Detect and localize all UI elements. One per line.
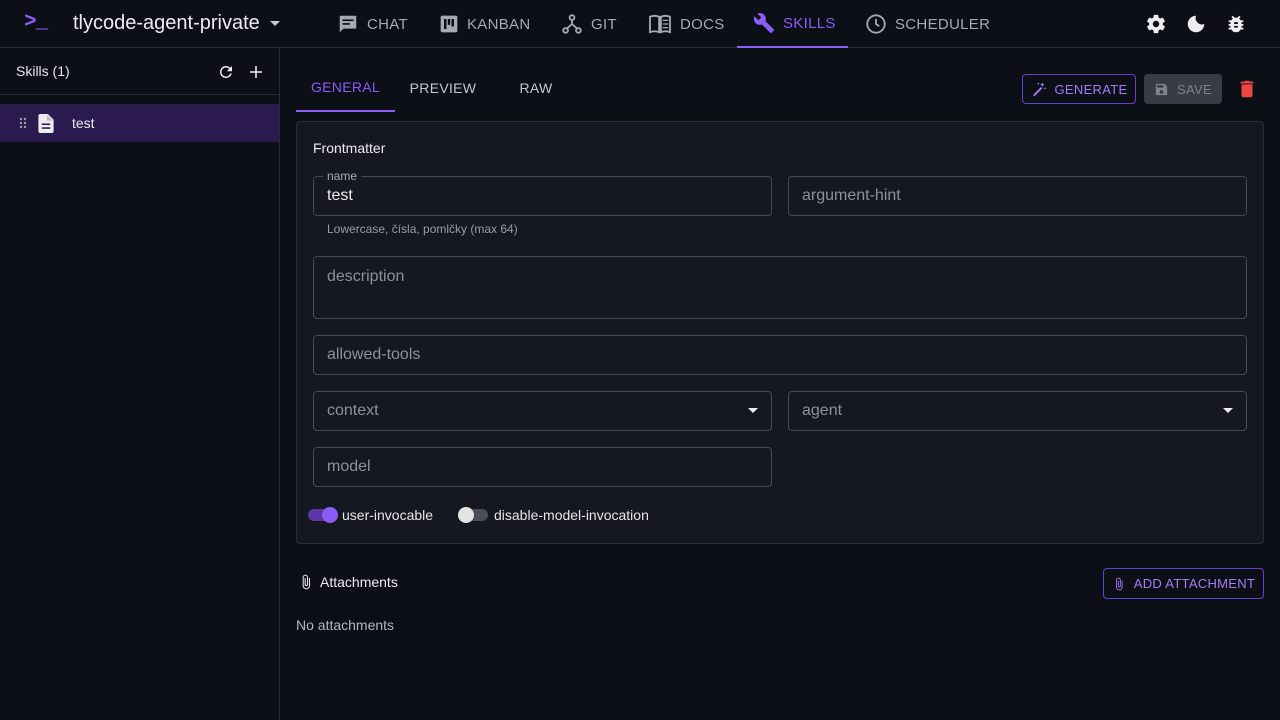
tab-docs[interactable]: DOCS: [648, 0, 725, 48]
toggle-track: [458, 507, 488, 523]
toggle-track: [308, 507, 338, 523]
tab-preview[interactable]: PREVIEW: [395, 64, 491, 112]
paperclip-icon: [298, 573, 314, 591]
tab-raw[interactable]: RAW: [491, 64, 581, 112]
user-invocable-toggle[interactable]: user-invocable: [308, 506, 433, 524]
argument-hint-placeholder: argument-hint: [802, 187, 901, 204]
document-icon: [38, 114, 54, 133]
save-icon: [1154, 82, 1169, 97]
tab-scheduler-label: SCHEDULER: [895, 15, 991, 33]
tab-skills[interactable]: SKILLS: [737, 0, 848, 48]
delete-icon[interactable]: [1236, 78, 1258, 100]
tab-docs-label: DOCS: [680, 15, 725, 33]
project-name: tlycode-agent-private: [73, 12, 260, 34]
allowed-tools-placeholder: allowed-tools: [327, 346, 421, 363]
name-field-value: test: [327, 187, 353, 204]
sidebar-title: Skills (1): [16, 63, 70, 79]
git-icon: [561, 13, 583, 35]
chat-icon: [337, 13, 359, 35]
dropdown-arrow-icon: [1223, 408, 1233, 414]
tab-kanban-label: KANBAN: [467, 15, 531, 33]
gear-icon[interactable]: [1145, 13, 1167, 35]
disable-model-invocation-label: disable-model-invocation: [494, 507, 649, 523]
generate-label: GENERATE: [1054, 81, 1128, 97]
allowed-tools-field[interactable]: allowed-tools: [313, 335, 1247, 375]
model-placeholder: model: [327, 458, 371, 475]
description-placeholder: description: [327, 268, 405, 285]
drag-handle-icon[interactable]: [19, 117, 27, 129]
app-logo[interactable]: >_: [24, 11, 48, 34]
tab-git-label: GIT: [591, 15, 617, 33]
no-attachments-text: No attachments: [296, 617, 395, 633]
agent-select[interactable]: agent: [788, 391, 1247, 431]
sidebar-item-test[interactable]: test: [0, 104, 279, 142]
moon-icon[interactable]: [1185, 13, 1207, 35]
user-invocable-label: user-invocable: [342, 507, 434, 523]
context-placeholder: context: [327, 402, 379, 419]
model-field[interactable]: model: [313, 447, 772, 487]
add-attachment-label: ADD ATTACHMENT: [1133, 576, 1256, 591]
tab-general[interactable]: GENERAL: [296, 64, 395, 112]
argument-hint-field[interactable]: argument-hint: [788, 176, 1247, 216]
toggle-knob: [458, 507, 474, 523]
wrench-icon: [753, 12, 775, 34]
toggle-knob: [322, 507, 338, 523]
attachments-title: Attachments: [320, 574, 398, 590]
sidebar-item-label: test: [72, 115, 95, 131]
tab-chat-label: CHAT: [367, 15, 408, 33]
name-field-label: name: [323, 169, 362, 183]
tab-kanban[interactable]: KANBAN: [439, 0, 531, 48]
sidebar-header: Skills (1): [0, 48, 279, 95]
refresh-icon[interactable]: [217, 63, 235, 81]
docs-icon: [648, 14, 672, 34]
disable-model-invocation-toggle[interactable]: disable-model-invocation: [458, 506, 649, 524]
save-label: SAVE: [1177, 81, 1212, 97]
bug-icon[interactable]: [1225, 13, 1247, 35]
chevron-down-icon: [269, 20, 280, 27]
skills-sidebar: Skills (1) test: [0, 48, 280, 720]
frontmatter-title: Frontmatter: [313, 140, 386, 156]
name-field[interactable]: name test: [313, 169, 772, 216]
tab-git[interactable]: GIT: [561, 0, 617, 48]
kanban-icon: [439, 14, 459, 34]
add-skill-icon[interactable]: [247, 63, 265, 81]
magic-wand-icon: [1031, 81, 1047, 97]
add-attachment-button[interactable]: ADD ATTACHMENT: [1103, 568, 1264, 599]
tab-scheduler[interactable]: SCHEDULER: [865, 0, 990, 48]
agent-placeholder: agent: [802, 402, 843, 419]
attachments-heading: Attachments: [298, 573, 398, 591]
name-helper-text: Lowercase, čísla, pomlčky (max 64): [327, 222, 518, 236]
clock-icon: [865, 13, 887, 35]
top-bar: >_ tlycode-agent-private CHAT KANBAN GIT…: [0, 0, 1280, 48]
save-button[interactable]: SAVE: [1144, 74, 1222, 104]
context-select[interactable]: context: [313, 391, 772, 431]
tab-skills-label: SKILLS: [783, 14, 836, 32]
dropdown-arrow-icon: [748, 408, 758, 414]
paperclip-icon: [1112, 576, 1126, 592]
tab-chat[interactable]: CHAT: [337, 0, 408, 48]
generate-button[interactable]: GENERATE: [1022, 74, 1136, 104]
project-selector[interactable]: tlycode-agent-private: [73, 12, 280, 35]
description-field[interactable]: description: [313, 256, 1247, 319]
